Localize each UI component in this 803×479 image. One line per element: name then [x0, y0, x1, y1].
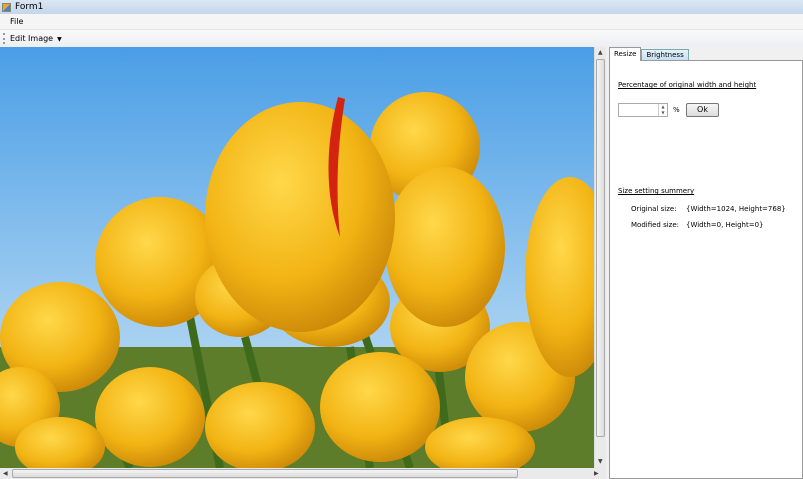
tab-brightness[interactable]: Brightness [641, 49, 689, 60]
toolbar: Edit Image ▼ [0, 30, 803, 47]
original-size-value: {Width=1024, Height=768} [686, 205, 786, 213]
tulip-image [0, 47, 594, 468]
horizontal-scroll-thumb[interactable] [12, 469, 518, 478]
spin-buttons[interactable]: ▲ ▼ [658, 104, 667, 116]
percentage-heading: Percentage of original width and height [618, 81, 757, 89]
window-title: Form1 [15, 2, 44, 12]
scroll-right-icon[interactable]: ▶ [594, 470, 599, 477]
original-size-label: Original size: [631, 205, 677, 213]
title-bar: Form1 [0, 0, 803, 14]
scroll-up-icon[interactable]: ▲ [598, 49, 603, 56]
scroll-left-icon[interactable]: ◀ [3, 470, 8, 477]
settings-panel: Percentage of original width and height … [609, 47, 803, 479]
menu-file[interactable]: File [10, 17, 23, 26]
menu-bar: File [0, 14, 803, 30]
resize-tab-page: Percentage of original width and height … [609, 60, 803, 479]
edit-image-dropdown[interactable]: Edit Image ▼ [10, 34, 62, 43]
percentage-input[interactable]: ▲ ▼ [618, 103, 668, 117]
vertical-scrollbar[interactable]: ▲ ▼ [594, 47, 606, 468]
modified-size-value: {Width=0, Height=0} [686, 221, 764, 229]
summary-heading: Size setting summery [618, 187, 695, 195]
dropdown-arrow-icon: ▼ [57, 36, 62, 43]
vertical-scroll-thumb[interactable] [596, 59, 605, 437]
app-icon [2, 2, 11, 12]
horizontal-scrollbar[interactable]: ◀ ▶ [0, 468, 606, 479]
toolbar-grip[interactable] [3, 33, 5, 44]
tab-resize[interactable]: Resize [609, 47, 642, 61]
image-view [0, 47, 594, 468]
modified-size-label: Modified size: [631, 221, 680, 229]
edit-image-label: Edit Image [10, 34, 54, 43]
percent-symbol: % [673, 106, 680, 114]
tab-strip: Resize Brightness [609, 47, 689, 61]
scroll-down-icon[interactable]: ▼ [598, 458, 603, 465]
ok-button[interactable]: Ok [686, 103, 719, 117]
